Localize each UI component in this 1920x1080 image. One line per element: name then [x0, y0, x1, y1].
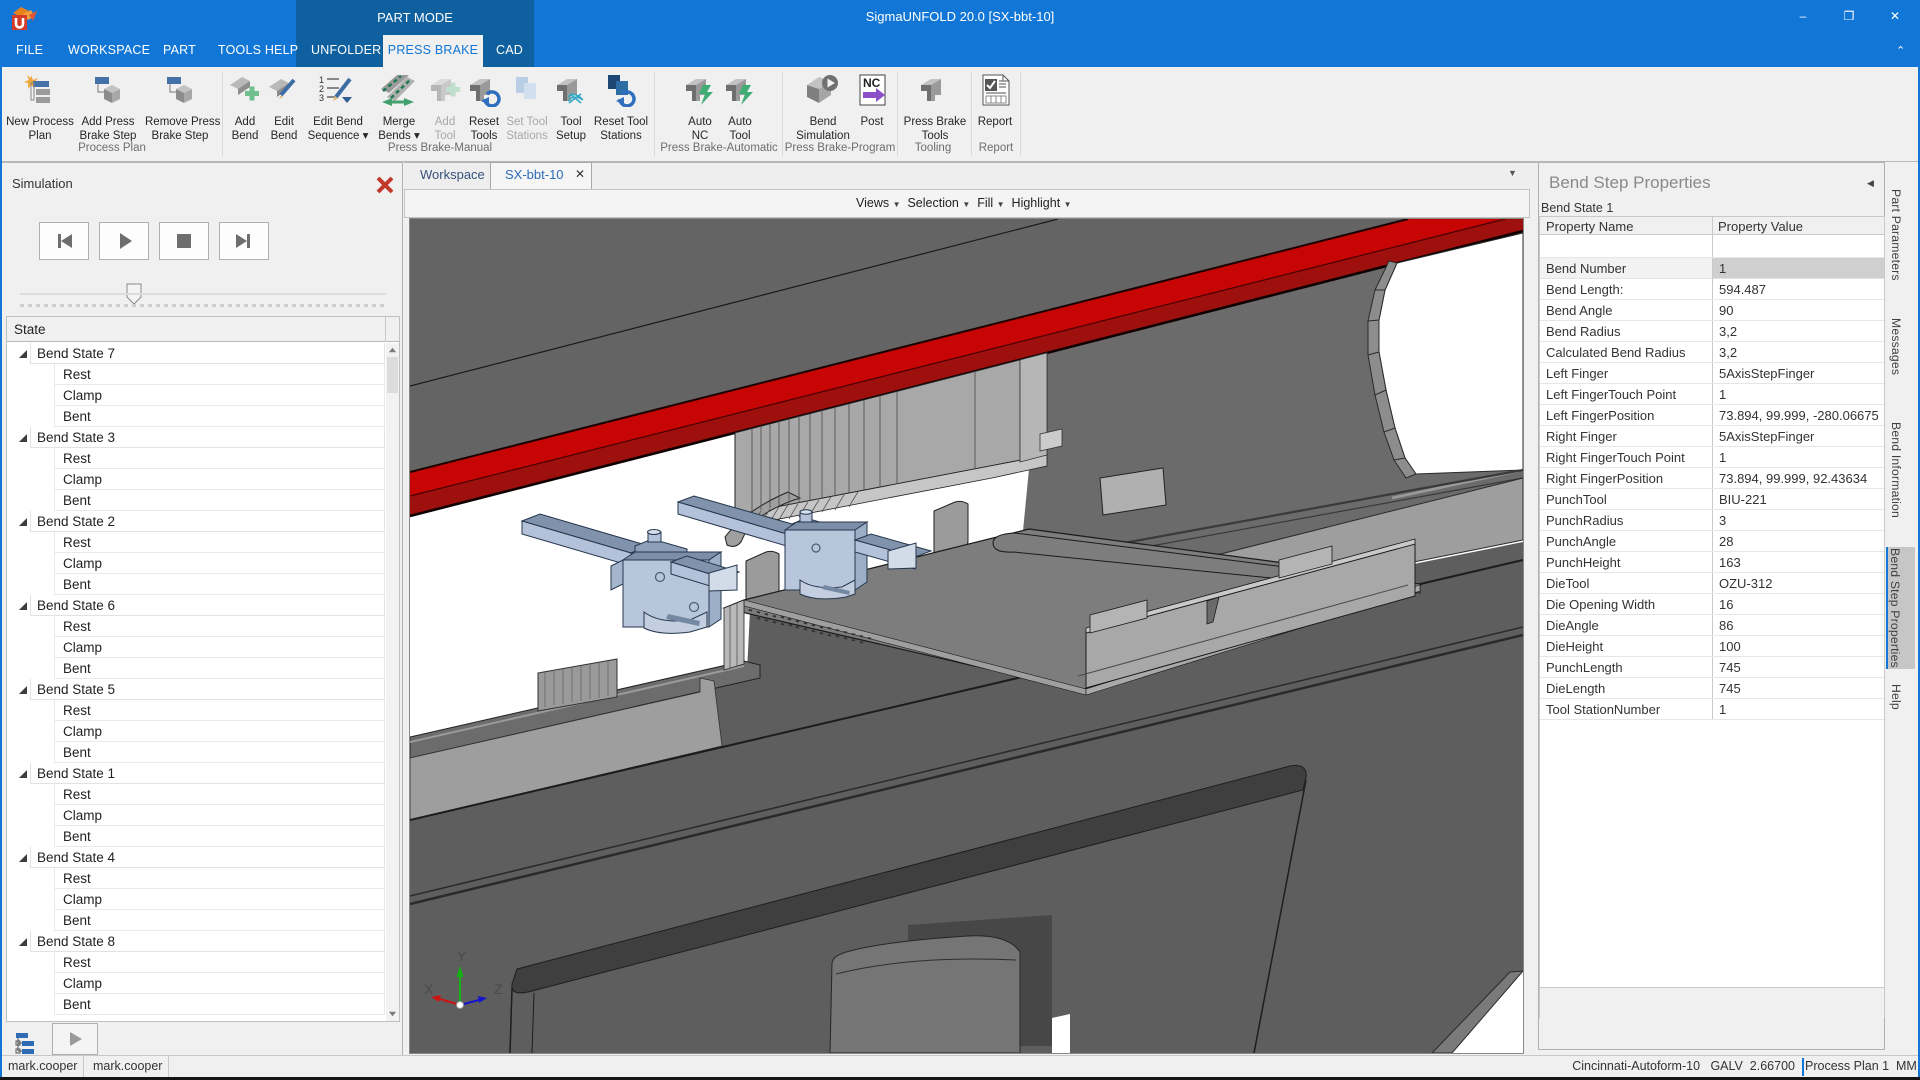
svg-text:Z: Z: [494, 981, 503, 997]
svg-text:X: X: [424, 981, 434, 997]
svg-text:3: 3: [319, 93, 324, 103]
svg-text:NC: NC: [863, 76, 881, 90]
svg-text:Y: Y: [457, 948, 467, 964]
